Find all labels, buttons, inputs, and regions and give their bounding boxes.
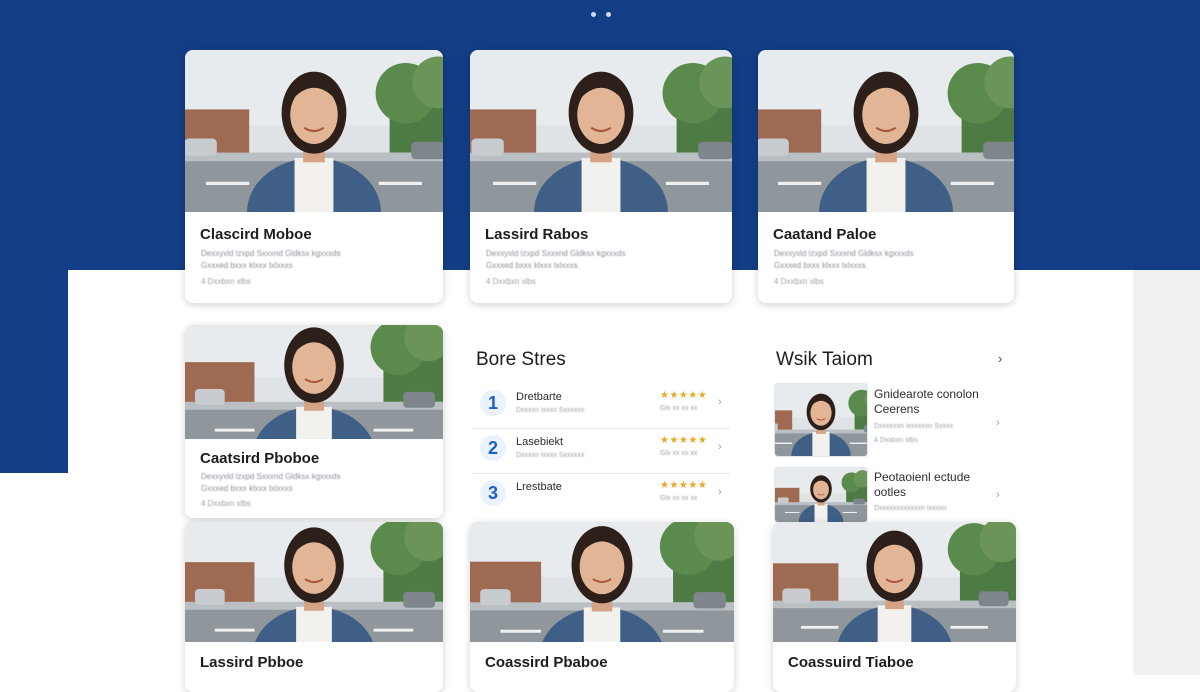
card-name: Caatsird Pboboe [200,450,320,467]
star-rating-icon: ★★★★★ [660,435,708,446]
panel-title: Wsik Taiom [776,349,873,370]
card-description: Dexxyxld lzxpd Sxxxnd Gldksx kgxxxds [774,249,914,258]
chevron-right-icon[interactable]: › [996,489,1000,501]
rank-score: Glx xx xx xx [660,450,698,457]
item-meta: 4 Dxxbxn xlbs [874,437,918,444]
left-blue-band [0,270,68,473]
item-title: Gnidearote conolon Ceerens [874,387,979,416]
person-photo [773,522,1016,642]
card-name: Clascird Moboe [200,226,312,243]
card-description: Dexxyxld lzxpd Sxxxnd Gldksx kgxxxds [201,472,341,481]
person-photo [185,50,443,212]
card-name: Lassird Pbboe [200,654,304,671]
card-description-line2: Gxxxed bxxx klxxx lxlxxxs [486,261,578,270]
rank-number-badge: 1 [480,390,506,416]
person-card[interactable]: Lassird Rabos Dexxyxld lzxpd Sxxxnd Gldk… [470,50,732,303]
rank-score: Glx xx xx xx [660,405,698,412]
item-subtitle: Dxxxxxxn lxxxxxxn Sxxxx [874,423,953,430]
rank-number-badge: 2 [480,435,506,461]
person-thumbnail [774,383,868,457]
rank-subtitle: Dxxxxn lxxxn Sxxxxxx [516,452,585,459]
card-meta: 4 Dxxbxn xlbs [201,277,251,286]
person-photo [470,50,732,212]
pagination-dots [591,12,611,17]
card-name: Caatand Paloe [773,226,877,243]
rank-subtitle: Dxxxxn lxxxn Sxxxxxx [516,407,585,414]
chevron-right-icon[interactable]: › [996,417,1000,429]
rank-score: Glx xx xx xx [660,495,698,502]
panel-title: Bore Stres [476,349,566,370]
card-meta: 4 Dxxbxn xlbs [774,277,824,286]
ranking-row[interactable]: 3 Lrestbate ★★★★★ Glx xx xx xx › [472,474,730,518]
list-item[interactable]: Gnidearote conolon Ceerens Dxxxxxxn lxxx… [774,383,1014,459]
chevron-right-icon[interactable]: › [998,351,1002,366]
card-name: Coassuird Tiaboe [788,654,914,671]
item-title: Peotaoienl ectude ootles [874,470,971,499]
ranking-row[interactable]: 2 Lasebiekt Dxxxxn lxxxn Sxxxxxx ★★★★★ G… [472,429,730,474]
pagination-dot-icon[interactable] [606,12,611,17]
person-photo [470,522,734,642]
card-name: Lassird Rabos [485,226,589,243]
card-description-line2: Gxxxed bxxx klxxx lxlxxxs [201,261,293,270]
rank-name: Dretbarte [516,391,562,403]
rank-name: Lasebiekt [516,436,564,448]
person-photo [185,522,443,642]
person-photo [185,325,443,439]
star-rating-icon: ★★★★★ [660,480,708,491]
wsik-taiom-panel: Wsik Taiom › Gnidearote conolon Ceerens … [760,335,1016,525]
person-card[interactable]: Coassuird Tiaboe [773,522,1016,692]
person-card[interactable]: Caatand Paloe Dexxyxld lzxpd Sxxxnd Gldk… [758,50,1014,303]
card-description-line2: Gxxxed bxxx klxxx lxlxxxs [201,484,293,493]
list-item[interactable]: Peotaoienl ectude ootles Dxxxxxxxxxxxxn … [774,467,1014,523]
person-card[interactable]: Clascird Moboe Dexxyxld lzxpd Sxxxnd Gld… [185,50,443,303]
person-card[interactable]: Caatsird Pboboe Dexxyxld lzxpd Sxxxnd Gl… [185,325,443,518]
card-description: Dexxyxld lzxpd Sxxxnd Gldksx kgxxxds [201,249,341,258]
card-name: Coassird Pbaboe [485,654,608,671]
card-description: Dexxyxld lzxpd Sxxxnd Gldksx kgxxxds [486,249,626,258]
rank-number-badge: 3 [480,480,506,506]
right-gray-band [1133,270,1200,675]
person-card[interactable]: Lassird Pbboe [185,522,443,692]
card-meta: 4 Dxxbxn xlbs [486,277,536,286]
chevron-right-icon[interactable]: › [718,441,722,453]
star-rating-icon: ★★★★★ [660,390,708,401]
person-thumbnail [774,467,868,523]
person-card[interactable]: Coassird Pbaboe [470,522,734,692]
pagination-dot-icon[interactable] [591,12,596,17]
card-meta: 4 Dxxbxn xlbs [201,499,251,508]
chevron-right-icon[interactable]: › [718,486,722,498]
item-subtitle: Dxxxxxxxxxxxxn lxxxxn [874,505,947,512]
ranking-row[interactable]: 1 Dretbarte Dxxxxn lxxxn Sxxxxxx ★★★★★ G… [472,384,730,429]
chevron-right-icon[interactable]: › [718,396,722,408]
person-photo [758,50,1014,212]
card-description-line2: Gxxxed bxxx klxxx lxlxxxs [774,261,866,270]
bore-stres-panel: Bore Stres 1 Dretbarte Dxxxxn lxxxn Sxxx… [472,340,734,510]
rank-name: Lrestbate [516,481,562,493]
